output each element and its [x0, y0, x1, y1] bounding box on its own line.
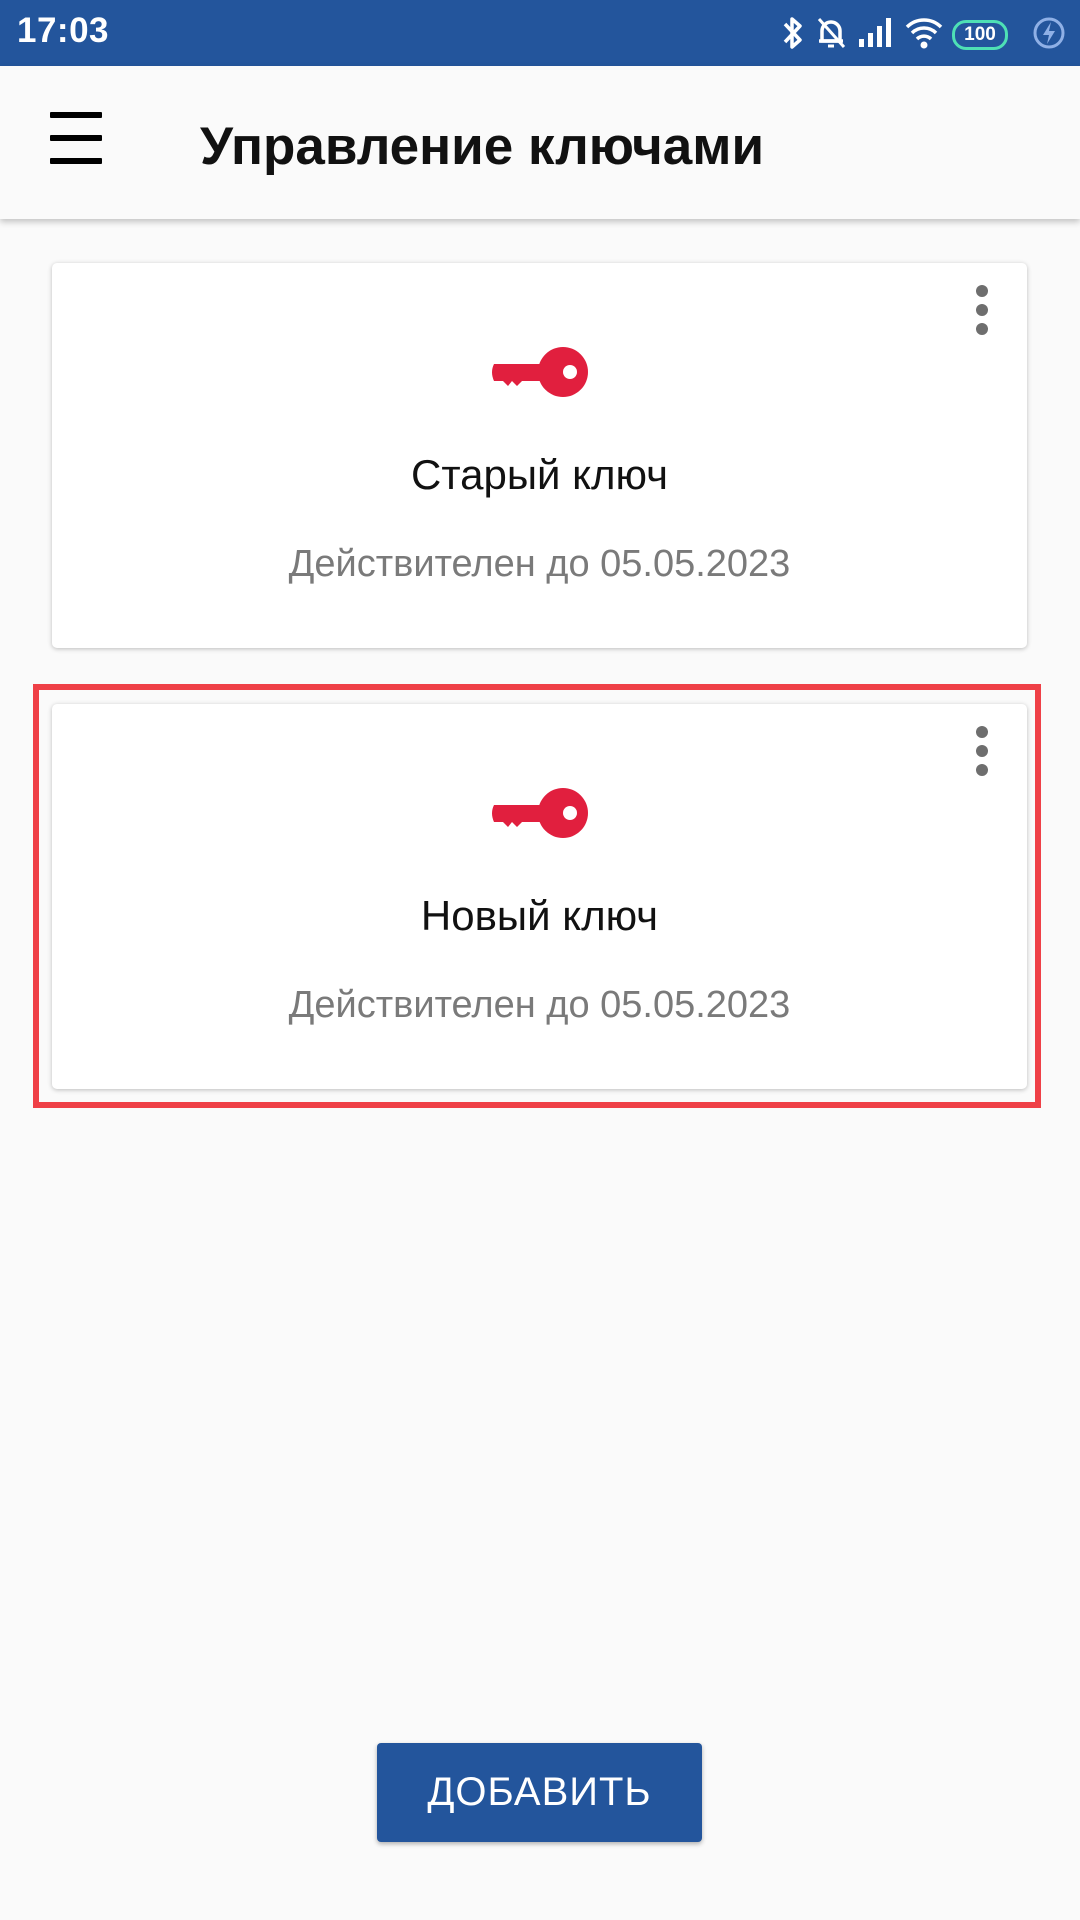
- app-bar: Управление ключами: [0, 66, 1080, 219]
- add-button[interactable]: ДОБАВИТЬ: [377, 1743, 702, 1842]
- wifi-icon: [905, 18, 943, 49]
- key-card[interactable]: Новый ключ Действителен до 05.05.2023: [52, 704, 1027, 1089]
- page-title: Управление ключами: [200, 117, 765, 176]
- status-icons: 100: [770, 13, 1068, 53]
- bluetooth-icon: [783, 17, 802, 49]
- charging-icon: [1033, 17, 1065, 49]
- key-name: Старый ключ: [411, 451, 668, 498]
- key-name: Новый ключ: [420, 892, 659, 939]
- key-validity: Действителен до 05.05.2023: [288, 984, 791, 1026]
- key-validity: Действителен до 05.05.2023: [288, 543, 791, 585]
- more-options-icon[interactable]: [962, 724, 1002, 778]
- key-icon: [492, 347, 588, 397]
- battery-icon: 100: [952, 20, 1008, 50]
- alarm-off-icon: [817, 18, 846, 48]
- key-card[interactable]: Старый ключ Действителен до 05.05.2023: [52, 263, 1027, 648]
- key-icon: [492, 788, 588, 838]
- more-options-icon[interactable]: [962, 283, 1002, 337]
- signal-icon: [859, 18, 891, 47]
- hamburger-menu-icon[interactable]: [40, 112, 112, 164]
- status-time: 17:03: [17, 11, 110, 50]
- status-bar: 17:03 100: [0, 0, 1080, 66]
